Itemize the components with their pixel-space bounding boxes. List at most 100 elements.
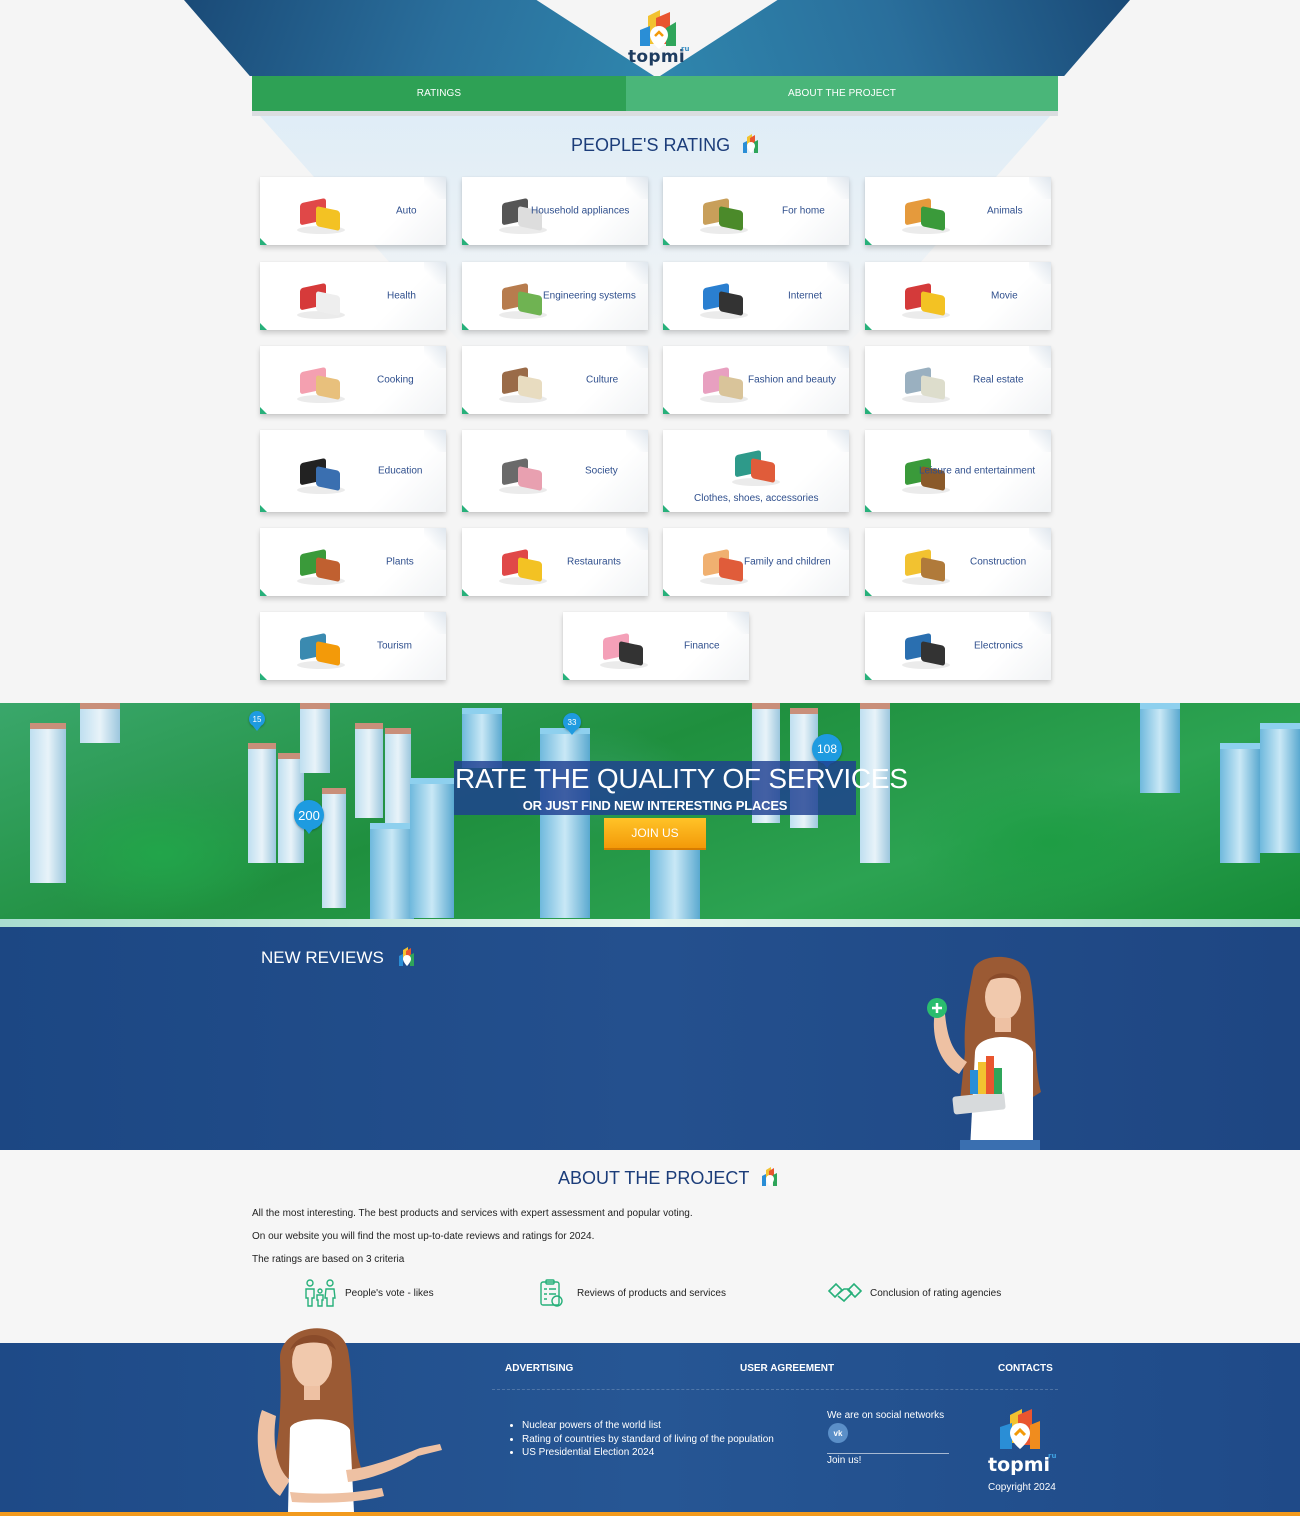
banner-building: [1140, 703, 1180, 793]
main-nav: RATINGS ABOUT THE PROJECT: [252, 76, 1058, 116]
category-label: Engineering systems: [543, 290, 636, 302]
banner-building: [370, 823, 414, 923]
category-card[interactable]: Society: [462, 430, 648, 512]
cupcake-icon: [297, 367, 345, 403]
banner-building: [1260, 723, 1300, 853]
category-label: Leisure and entertainment: [919, 465, 1036, 477]
vk-icon[interactable]: vk: [828, 1423, 848, 1443]
banner-building: [80, 703, 120, 743]
tab-about-the-project[interactable]: ABOUT THE PROJECT: [626, 76, 1058, 111]
category-label: Culture: [586, 374, 619, 386]
category-label: Restaurants: [567, 556, 621, 568]
topmi-mini-logo-icon: [762, 1167, 778, 1186]
category-card[interactable]: For home: [663, 177, 849, 245]
footer-link-user-agreement[interactable]: USER AGREEMENT: [740, 1363, 834, 1374]
banner-building: [30, 723, 66, 883]
about-paragraph: On our website you will find the most up…: [252, 1231, 595, 1242]
category-card[interactable]: Clothes, shoes, accessories: [663, 430, 849, 512]
new-reviews-title: NEW REVIEWS: [261, 946, 418, 970]
cat-icon: [902, 198, 950, 234]
topmi-footer-logo-icon[interactable]: [996, 1407, 1044, 1459]
join-us-link[interactable]: Join us!: [827, 1455, 861, 1466]
banner-building: [248, 743, 276, 863]
map-pin[interactable]: 33: [563, 713, 581, 731]
map-pin[interactable]: 200: [294, 800, 324, 830]
cars-icon: [297, 198, 345, 234]
criteria-item: People's vote - likes: [303, 1279, 434, 1307]
people-icon: [305, 1279, 336, 1307]
category-card[interactable]: Auto: [260, 177, 446, 245]
map-pin[interactable]: 108: [812, 734, 842, 764]
category-card[interactable]: Electronics: [865, 612, 1051, 680]
category-label: Household appliances: [531, 205, 630, 217]
category-card[interactable]: Construction: [865, 528, 1051, 596]
join-us-button[interactable]: JOIN US: [604, 818, 706, 850]
peoples-rating-title: PEOPLE'S RATING: [571, 133, 762, 157]
category-label: Real estate: [973, 374, 1024, 386]
footer-links-list: Nuclear powers of the world list Rating …: [508, 1419, 774, 1460]
piggy-bank-icon: [600, 633, 648, 669]
category-card[interactable]: Fashion and beauty: [663, 346, 849, 414]
footer-list-link[interactable]: US Presidential Election 2024: [522, 1446, 774, 1460]
category-card[interactable]: Movie: [865, 262, 1051, 330]
category-label: Clothes, shoes, accessories: [694, 493, 819, 504]
about-project-title: ABOUT THE PROJECT: [558, 1166, 781, 1190]
building-icon: [902, 367, 950, 403]
footer-link-contacts[interactable]: CONTACTS: [998, 1363, 1053, 1374]
category-card[interactable]: Plants: [260, 528, 446, 596]
bag-shoes-icon: [732, 450, 780, 486]
criteria-item: Conclusion of rating agencies: [828, 1279, 1001, 1307]
category-card[interactable]: Culture: [462, 346, 648, 414]
footer-list-link[interactable]: Rating of countries by standard of livin…: [522, 1433, 774, 1447]
banner-building: [462, 708, 502, 768]
social-divider: [827, 1453, 949, 1454]
category-card[interactable]: Restaurants: [462, 528, 648, 596]
category-label: Education: [378, 465, 423, 477]
tab-ratings[interactable]: RATINGS: [252, 76, 626, 111]
map-pin[interactable]: 15: [249, 711, 265, 727]
banner-building: [540, 728, 590, 918]
footer-link-advertising[interactable]: ADVERTISING: [505, 1363, 573, 1374]
peoples-rating-heading: PEOPLE'S RATING: [571, 134, 731, 155]
category-label: Family and children: [744, 556, 831, 568]
category-card[interactable]: Engineering systems: [462, 262, 648, 330]
category-card[interactable]: Finance: [563, 612, 749, 680]
category-card[interactable]: Household appliances: [462, 177, 648, 245]
criteria-item: Reviews of products and services: [535, 1279, 726, 1307]
potted-plants-icon: [297, 549, 345, 585]
category-card[interactable]: Animals: [865, 177, 1051, 245]
books-icon: [499, 367, 547, 403]
category-card[interactable]: Leisure and entertainment: [865, 430, 1051, 512]
banner-building: [355, 723, 383, 818]
logo-text: topmi: [628, 47, 686, 67]
category-label: Electronics: [974, 640, 1023, 652]
backpack-icon: [297, 633, 345, 669]
family-icon: [499, 458, 547, 494]
footer-list-link[interactable]: Nuclear powers of the world list: [522, 1419, 774, 1433]
category-label: Finance: [684, 640, 720, 652]
category-card[interactable]: Health: [260, 262, 446, 330]
banner-building: [385, 728, 411, 823]
category-label: Plants: [386, 556, 414, 568]
salad-plate-icon: [499, 549, 547, 585]
copyright: Copyright 2024: [988, 1482, 1056, 1493]
banner-bottom-strip: [0, 919, 1300, 927]
topmi-mini-logo-icon: [743, 134, 759, 153]
category-card[interactable]: Education: [260, 430, 446, 512]
category-card[interactable]: Family and children: [663, 528, 849, 596]
category-card[interactable]: Tourism: [260, 612, 446, 680]
category-label: Internet: [788, 290, 822, 302]
category-label: Society: [585, 465, 618, 477]
category-label: For home: [782, 205, 825, 217]
category-card[interactable]: Cooking: [260, 346, 446, 414]
clipboard-icon: [540, 1279, 563, 1307]
popcorn-icon: [902, 283, 950, 319]
criteria-label: Conclusion of rating agencies: [870, 1287, 1002, 1299]
category-card[interactable]: Real estate: [865, 346, 1051, 414]
category-label: Health: [387, 290, 416, 302]
banner-title: RATE THE QUALITY OF SERVICES: [455, 763, 908, 794]
banner-building: [300, 703, 330, 773]
medical-kit-icon: [297, 283, 345, 319]
criteria-label: People's vote - likes: [345, 1287, 434, 1299]
category-card[interactable]: Internet: [663, 262, 849, 330]
